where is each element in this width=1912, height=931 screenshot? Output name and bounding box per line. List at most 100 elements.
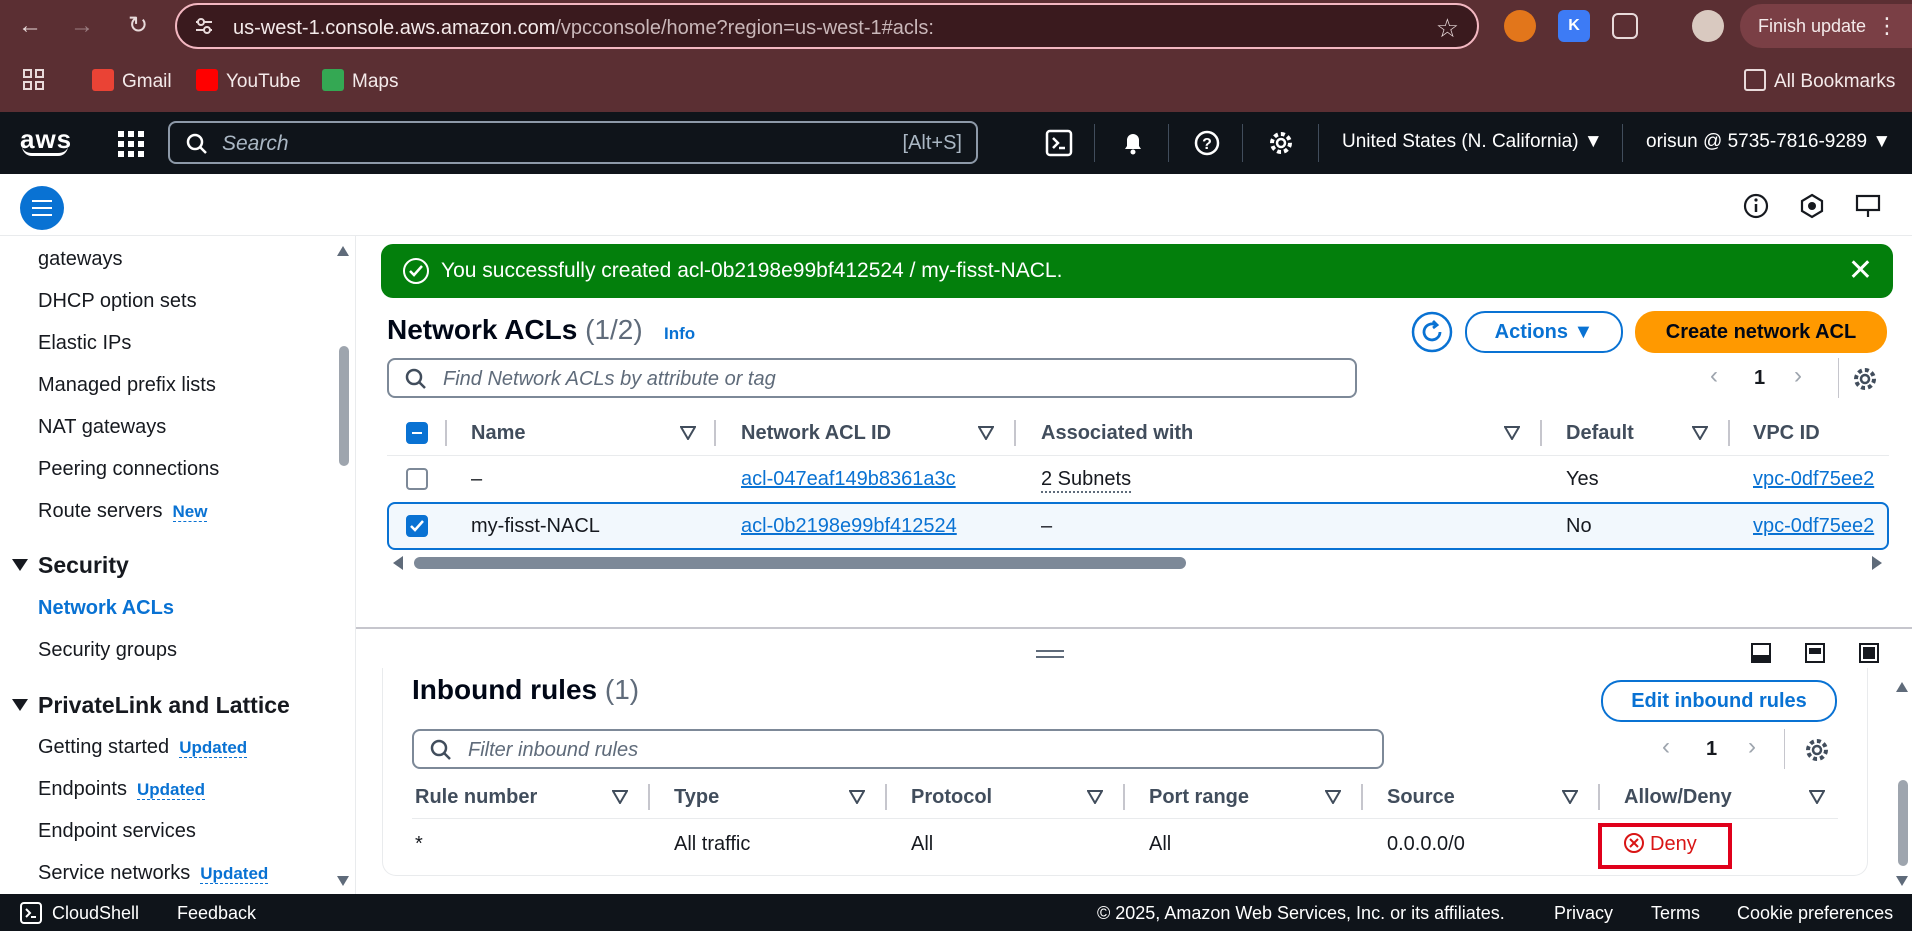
panel-bottom-icon[interactable] (1750, 642, 1772, 664)
panel-side-icon[interactable] (1804, 642, 1826, 664)
sort-icon[interactable] (612, 790, 628, 804)
k-extension-icon[interactable]: K (1558, 10, 1590, 42)
col-header-rule-number[interactable]: Rule number (415, 786, 537, 809)
presentation-icon[interactable] (1854, 192, 1882, 220)
vpc-id-link[interactable]: vpc-0df75ee2 (1753, 468, 1874, 491)
sidebar-item-nat-gateways[interactable]: NAT gateways (38, 416, 166, 439)
hexagon-feedback-icon[interactable] (1798, 192, 1826, 220)
bookmark-star-icon[interactable]: ☆ (1436, 13, 1459, 44)
cloudshell-link[interactable]: CloudShell (52, 903, 139, 924)
sidebar-section-security[interactable]: Security (12, 552, 129, 579)
refresh-icon[interactable] (1411, 311, 1453, 353)
sidebar-item-endpoint-services[interactable]: Endpoint services (38, 820, 196, 843)
back-icon[interactable]: ← (12, 8, 48, 44)
inbound-filter-input[interactable]: Filter inbound rules (412, 729, 1384, 769)
sort-icon[interactable] (1087, 790, 1103, 804)
table-horizontal-scroll-thumb[interactable] (414, 557, 1186, 569)
bookmark-gmail[interactable]: Gmail (92, 68, 172, 96)
col-header-source[interactable]: Source (1387, 786, 1455, 809)
page-number[interactable]: 1 (1754, 367, 1765, 390)
col-header-allow-deny[interactable]: Allow/Deny (1624, 786, 1732, 809)
sidebar-scrollbar[interactable] (336, 246, 350, 886)
table-row-selected[interactable] (387, 502, 1889, 550)
sidebar-item-service-networks[interactable]: Service networks Updated (38, 862, 269, 885)
profile-avatar[interactable] (1692, 10, 1724, 42)
preferences-gear-icon[interactable] (1852, 366, 1878, 392)
actions-button[interactable]: Actions ▼ (1465, 311, 1623, 353)
metamask-extension-icon[interactable] (1504, 10, 1536, 42)
scroll-left-icon[interactable] (393, 556, 403, 570)
col-header-type[interactable]: Type (674, 786, 719, 809)
next-page-icon[interactable]: › (1748, 733, 1756, 761)
extensions-puzzle-icon[interactable] (1612, 13, 1638, 39)
select-all-checkbox[interactable] (406, 422, 428, 444)
help-icon[interactable]: ? (1192, 128, 1222, 158)
sort-icon[interactable] (1325, 790, 1341, 804)
acl-id-link[interactable]: acl-0b2198e99bf412524 (741, 515, 957, 538)
vpc-id-link[interactable]: vpc-0df75ee2 (1753, 515, 1874, 538)
col-header-vpc-id[interactable]: VPC ID (1753, 422, 1820, 445)
prev-page-icon[interactable]: ‹ (1662, 733, 1670, 761)
services-menu-icon[interactable] (118, 131, 144, 157)
col-header-name[interactable]: Name (471, 422, 525, 445)
col-header-protocol[interactable]: Protocol (911, 786, 992, 809)
sidebar-item-gateways[interactable]: gateways (38, 248, 123, 271)
panel-full-icon[interactable] (1858, 642, 1880, 664)
sort-icon[interactable] (680, 426, 696, 440)
region-selector[interactable]: United States (N. California) ▼ (1342, 131, 1603, 153)
sidebar-item-security-groups[interactable]: Security groups (38, 639, 177, 662)
sort-icon[interactable] (1809, 790, 1825, 804)
hamburger-menu-icon[interactable] (20, 186, 64, 230)
apps-grid-icon[interactable] (22, 68, 46, 96)
sidebar-section-privatelink[interactable]: PrivateLink and Lattice (12, 692, 290, 719)
create-network-acl-button[interactable]: Create network ACL (1635, 311, 1887, 353)
forward-icon[interactable]: → (64, 8, 100, 44)
acl-id-link[interactable]: acl-047eaf149b8361a3c (741, 468, 956, 491)
prev-page-icon[interactable]: ‹ (1710, 362, 1718, 390)
more-icon[interactable]: ⋮ (1876, 4, 1898, 48)
scroll-down-icon[interactable] (1896, 876, 1908, 886)
sort-icon[interactable] (849, 790, 865, 804)
sidebar-item-getting-started[interactable]: Getting started Updated (38, 736, 248, 759)
sidebar-item-network-acls[interactable]: Network ACLs (38, 597, 174, 620)
col-header-acl-id[interactable]: Network ACL ID (741, 422, 891, 445)
drag-handle-icon[interactable] (1036, 650, 1064, 658)
preferences-gear-icon[interactable] (1804, 737, 1830, 763)
cloudshell-icon[interactable] (1044, 128, 1074, 158)
sort-icon[interactable] (978, 426, 994, 440)
all-bookmarks[interactable]: All Bookmarks (1744, 68, 1895, 96)
terms-link[interactable]: Terms (1651, 903, 1700, 924)
col-header-associated[interactable]: Associated with (1041, 422, 1193, 445)
finish-update-button[interactable]: Finish update ⋮ (1740, 4, 1912, 48)
close-icon[interactable]: ✕ (1848, 253, 1873, 288)
info-icon[interactable] (1742, 192, 1770, 220)
sidebar-item-route-servers[interactable]: Route servers New (38, 500, 208, 523)
feedback-link[interactable]: Feedback (177, 903, 256, 924)
scroll-right-icon[interactable] (1872, 556, 1882, 570)
sidebar-item-endpoints[interactable]: Endpoints Updated (38, 778, 205, 801)
account-menu[interactable]: orisun @ 5735-7816-9289 ▼ (1646, 131, 1891, 153)
reload-icon[interactable]: ↻ (120, 8, 156, 44)
address-bar[interactable]: us-west-1.console.aws.amazon.com/vpccons… (175, 3, 1479, 49)
cookie-preferences-link[interactable]: Cookie preferences (1737, 903, 1893, 924)
sort-icon[interactable] (1504, 426, 1520, 440)
row-checkbox[interactable] (406, 468, 428, 490)
sidebar-item-partial[interactable] (38, 236, 44, 245)
sidebar-item-elastic-ips[interactable]: Elastic IPs (38, 332, 131, 355)
page-number[interactable]: 1 (1706, 738, 1717, 761)
notifications-bell-icon[interactable] (1118, 128, 1148, 158)
sort-icon[interactable] (1692, 426, 1708, 440)
aws-search-input[interactable]: Search [Alt+S] (168, 121, 978, 164)
sidebar-item-dhcp[interactable]: DHCP option sets (38, 290, 197, 313)
privacy-link[interactable]: Privacy (1554, 903, 1613, 924)
col-header-default[interactable]: Default (1566, 422, 1634, 445)
bookmark-youtube[interactable]: YouTube (196, 68, 301, 96)
info-link[interactable]: Info (664, 324, 695, 344)
panel-scroll-thumb[interactable] (1898, 780, 1908, 866)
sidebar-scroll-thumb[interactable] (339, 346, 349, 466)
cloudshell-icon[interactable] (20, 902, 42, 924)
col-header-port-range[interactable]: Port range (1149, 786, 1249, 809)
bookmark-maps[interactable]: Maps (322, 68, 398, 96)
sort-icon[interactable] (1562, 790, 1578, 804)
settings-gear-icon[interactable] (1266, 128, 1296, 158)
